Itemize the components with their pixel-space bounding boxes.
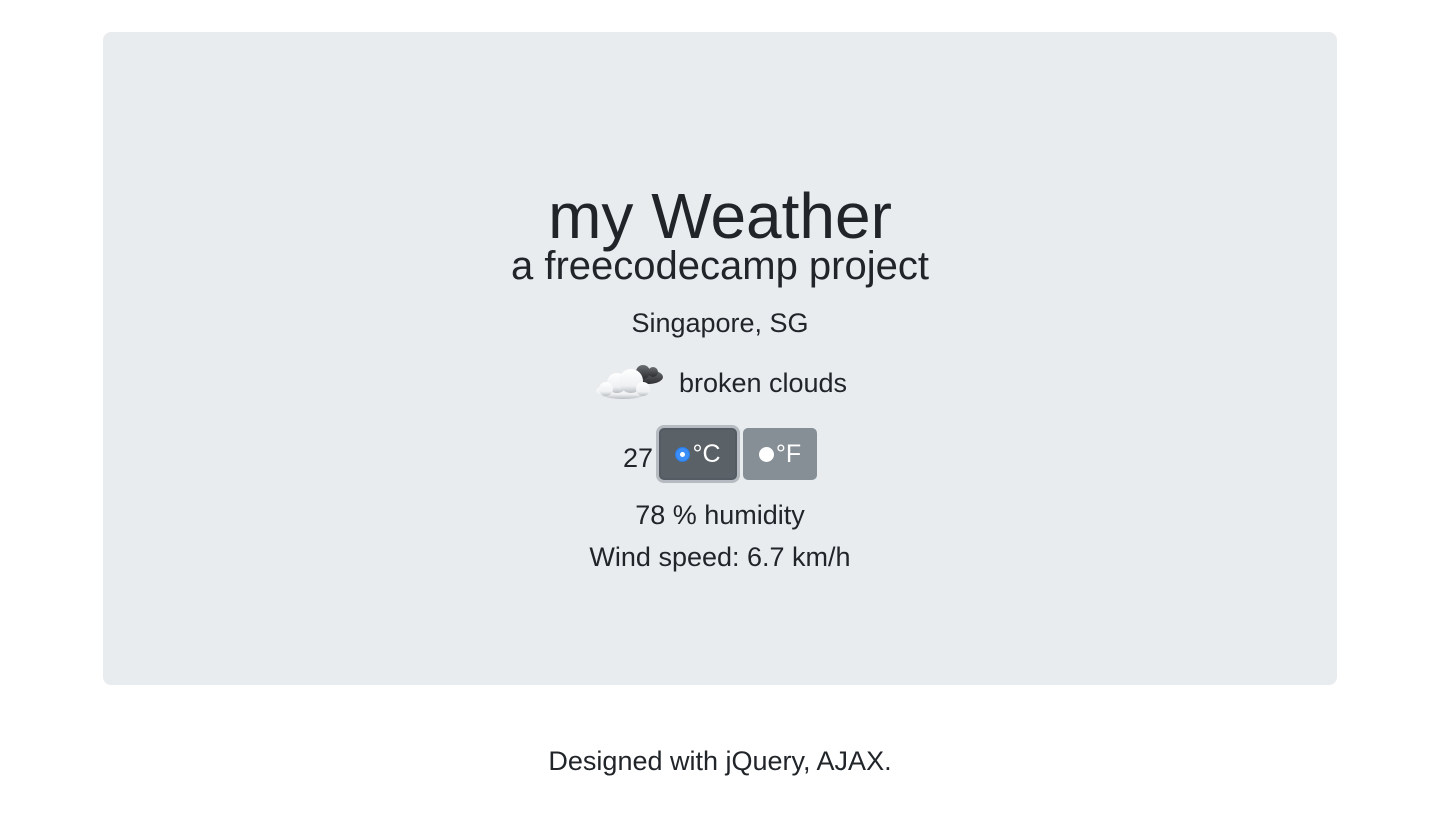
weather-panel: my Weather a freecodecamp project Singap… (103, 32, 1337, 685)
broken-clouds-icon (595, 365, 663, 399)
footer-text: Designed with jQuery, AJAX. (548, 746, 892, 776)
weather-conditions: broken clouds (103, 358, 1337, 408)
celsius-label: °C (692, 439, 721, 468)
wind-speed-text: Wind speed: 6.7 km/h (589, 542, 851, 572)
celsius-toggle-button[interactable]: °C (659, 428, 738, 480)
weather-description: broken clouds (678, 367, 848, 398)
temperature-value: 27 (622, 442, 654, 473)
temperature-row: 27 °C °F (103, 426, 1337, 482)
fahrenheit-label: °F (775, 439, 802, 468)
page-subtitle: a freecodecamp project (510, 244, 929, 288)
location-text: Singapore, SG (631, 308, 809, 338)
celsius-radio[interactable] (675, 446, 691, 462)
humidity-text: 78 % humidity (635, 500, 805, 530)
fahrenheit-toggle-button[interactable]: °F (743, 428, 818, 480)
fahrenheit-radio[interactable] (758, 446, 774, 462)
